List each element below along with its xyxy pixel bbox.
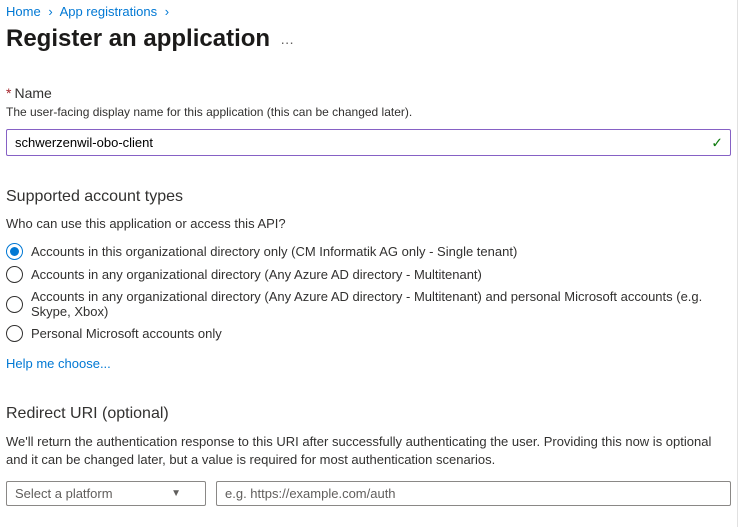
radio-label: Personal Microsoft accounts only bbox=[31, 326, 222, 341]
chevron-down-icon: ▼ bbox=[171, 488, 181, 499]
chevron-right-icon: › bbox=[48, 4, 52, 19]
radio-icon bbox=[6, 243, 23, 260]
redirect-uri-heading: Redirect URI (optional) bbox=[6, 405, 731, 423]
breadcrumb-link-app-registrations[interactable]: App registrations bbox=[60, 4, 158, 19]
platform-select-value: Select a platform bbox=[15, 486, 113, 501]
platform-select[interactable]: Select a platform ▼ bbox=[6, 481, 206, 506]
name-input[interactable] bbox=[6, 129, 731, 156]
redirect-uri-input[interactable] bbox=[216, 481, 731, 506]
radio-option-personal-only[interactable]: Personal Microsoft accounts only bbox=[6, 325, 731, 342]
radio-label: Accounts in any organizational directory… bbox=[31, 289, 731, 319]
radio-option-multitenant-personal[interactable]: Accounts in any organizational directory… bbox=[6, 289, 731, 319]
account-types-sub: Who can use this application or access t… bbox=[6, 216, 731, 231]
radio-option-single-tenant[interactable]: Accounts in this organizational director… bbox=[6, 243, 731, 260]
account-types-radio-group: Accounts in this organizational director… bbox=[6, 243, 731, 342]
more-icon[interactable]: … bbox=[280, 31, 295, 47]
radio-icon bbox=[6, 325, 23, 342]
help-me-choose-link[interactable]: Help me choose... bbox=[6, 356, 111, 371]
radio-icon bbox=[6, 266, 23, 283]
breadcrumb-link-home[interactable]: Home bbox=[6, 4, 41, 19]
radio-label: Accounts in any organizational directory… bbox=[31, 267, 482, 282]
account-types-heading: Supported account types bbox=[6, 188, 731, 206]
checkmark-icon: ✓ bbox=[711, 134, 723, 151]
radio-icon bbox=[6, 296, 23, 313]
required-indicator: * bbox=[6, 85, 11, 101]
radio-option-multitenant[interactable]: Accounts in any organizational directory… bbox=[6, 266, 731, 283]
chevron-right-icon: › bbox=[165, 4, 169, 19]
redirect-uri-desc: We'll return the authentication response… bbox=[6, 433, 726, 469]
page-title: Register an application bbox=[6, 25, 270, 53]
name-help-text: The user-facing display name for this ap… bbox=[6, 105, 731, 119]
name-label: *Name bbox=[6, 85, 731, 101]
breadcrumb: Home › App registrations › bbox=[6, 4, 731, 19]
radio-label: Accounts in this organizational director… bbox=[31, 244, 517, 259]
